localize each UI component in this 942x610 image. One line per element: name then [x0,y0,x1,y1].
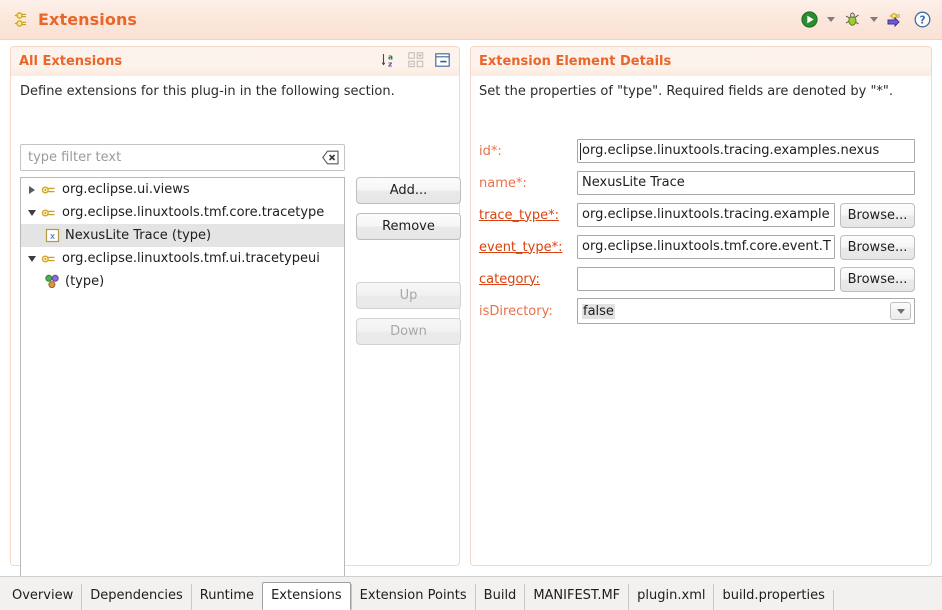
button-spacer [356,249,461,282]
extension-element-details-section: Extension Element Details Set the proper… [470,46,932,566]
details-body: Set the properties of "type". Required f… [470,76,932,566]
is-directory-label: isDirectory: [479,304,577,319]
trace-type-field[interactable]: org.eclipse.linuxtools.tracing.example [577,203,835,227]
details-section-title: Extension Element Details [479,54,671,69]
event-type-browse-button[interactable]: Browse... [840,235,915,260]
chevron-right-icon[interactable] [23,178,40,201]
collapse-all-icon[interactable] [435,52,451,72]
extensions-editor: Extensions [0,0,942,610]
tree-row[interactable]: org.eclipse.linuxtools.tmf.ui.tracetypeu… [21,247,344,270]
chevron-down-icon[interactable] [890,302,911,320]
tab-extensions[interactable]: Extensions [262,582,351,610]
sort-az-icon[interactable]: a z [381,52,397,72]
tab-plugin-xml[interactable]: plugin.xml [628,584,713,610]
tab-dependencies[interactable]: Dependencies [81,584,191,610]
field-row-id: id*: org.eclipse.linuxtools.tracing.exam… [479,138,915,164]
tree-item-label: (type) [65,274,104,289]
all-extensions-section: All Extensions a z [10,46,460,566]
chevron-down-icon[interactable] [826,10,835,30]
tree-row[interactable]: (type) [21,270,344,293]
tree-item-label: org.eclipse.ui.views [62,182,190,197]
tab-manifest-mf[interactable]: MANIFEST.MF [524,584,628,610]
tree-item-label: org.eclipse.linuxtools.tmf.ui.tracetypeu… [62,251,320,266]
name-field[interactable]: NexusLite Trace [577,171,915,195]
extensions-plug-icon [14,11,32,29]
type-element-icon [43,274,61,290]
field-row-is-directory: isDirectory: false [479,298,915,324]
editor-tabbar: Overview Dependencies Runtime Extensions… [0,576,942,610]
all-extensions-header: All Extensions a z [10,46,460,76]
chevron-down-icon[interactable] [23,247,40,270]
extension-point-icon [40,205,58,221]
page-title: Extensions [38,10,137,29]
event-type-field[interactable]: org.eclipse.linuxtools.tmf.core.event.T [577,235,835,259]
field-row-event-type: event_type*: org.eclipse.linuxtools.tmf.… [479,234,915,260]
category-link[interactable]: category: [479,272,577,287]
is-directory-combo[interactable]: false [577,298,915,324]
tree-item-label: org.eclipse.linuxtools.tmf.core.tracetyp… [62,205,324,220]
tree-row[interactable]: x NexusLite Trace (type) [21,224,344,247]
add-button[interactable]: Add... [356,177,461,204]
id-label: id*: [479,144,577,159]
filter-input[interactable]: type filter text [20,144,345,171]
field-row-trace-type: trace_type*: org.eclipse.linuxtools.trac… [479,202,915,228]
text-caret [580,143,581,160]
header-toolbar: ? [799,10,932,30]
category-field[interactable] [577,267,835,291]
filter-placeholder: type filter text [28,150,121,165]
extension-point-icon [40,182,58,198]
tab-build[interactable]: Build [475,584,525,610]
trace-type-browse-button[interactable]: Browse... [840,203,915,228]
help-question-icon[interactable]: ? [912,10,932,30]
id-field[interactable]: org.eclipse.linuxtools.tracing.examples.… [577,139,915,163]
tab-overview[interactable]: Overview [4,584,81,610]
trace-type-link[interactable]: trace_type*: [479,208,577,223]
chevron-down-icon[interactable] [869,10,878,30]
tree-item-label: NexusLite Trace (type) [65,228,211,243]
category-browse-button[interactable]: Browse... [840,267,915,292]
xml-element-icon: x [43,228,61,244]
up-button[interactable]: Up [356,282,461,309]
is-directory-value: false [582,304,615,319]
tab-runtime[interactable]: Runtime [191,584,262,610]
field-row-name: name*: NexusLite Trace [479,170,915,196]
tree-buttons: Add... Remove Up Down [356,177,461,354]
section-title: All Extensions [19,54,122,69]
field-row-category: category: Browse... [479,266,915,292]
section-toolbar: a z [381,52,451,72]
extension-point-icon [40,251,58,267]
down-button[interactable]: Down [356,318,461,345]
details-description: Set the properties of "type". Required f… [479,84,893,99]
tabbar-end-divider [833,590,834,610]
tree-row[interactable]: org.eclipse.ui.views [21,178,344,201]
details-header: Extension Element Details [470,46,932,76]
tab-build-properties[interactable]: build.properties [713,584,832,610]
all-extensions-body: Define extensions for this plug-in in th… [10,76,460,566]
chevron-down-icon[interactable] [23,201,40,224]
svg-text:?: ? [919,14,925,26]
svg-text:z: z [388,59,392,67]
section-description: Define extensions for this plug-in in th… [20,84,460,99]
run-green-play-icon[interactable] [799,10,819,30]
clear-filter-icon[interactable] [322,150,339,165]
extensions-tree[interactable]: org.eclipse.ui.views org.eclipse.linuxto… [20,177,345,588]
name-label: name*: [479,176,577,191]
tab-extension-points[interactable]: Extension Points [351,584,475,610]
plug-launch-icon[interactable] [885,10,905,30]
event-type-link[interactable]: event_type*: [479,240,577,255]
form-header: Extensions [0,0,942,40]
debug-bug-icon[interactable] [842,10,862,30]
expand-all-icon[interactable] [408,52,424,72]
tree-row[interactable]: org.eclipse.linuxtools.tmf.core.tracetyp… [21,201,344,224]
remove-button[interactable]: Remove [356,213,461,240]
svg-text:x: x [49,232,54,242]
